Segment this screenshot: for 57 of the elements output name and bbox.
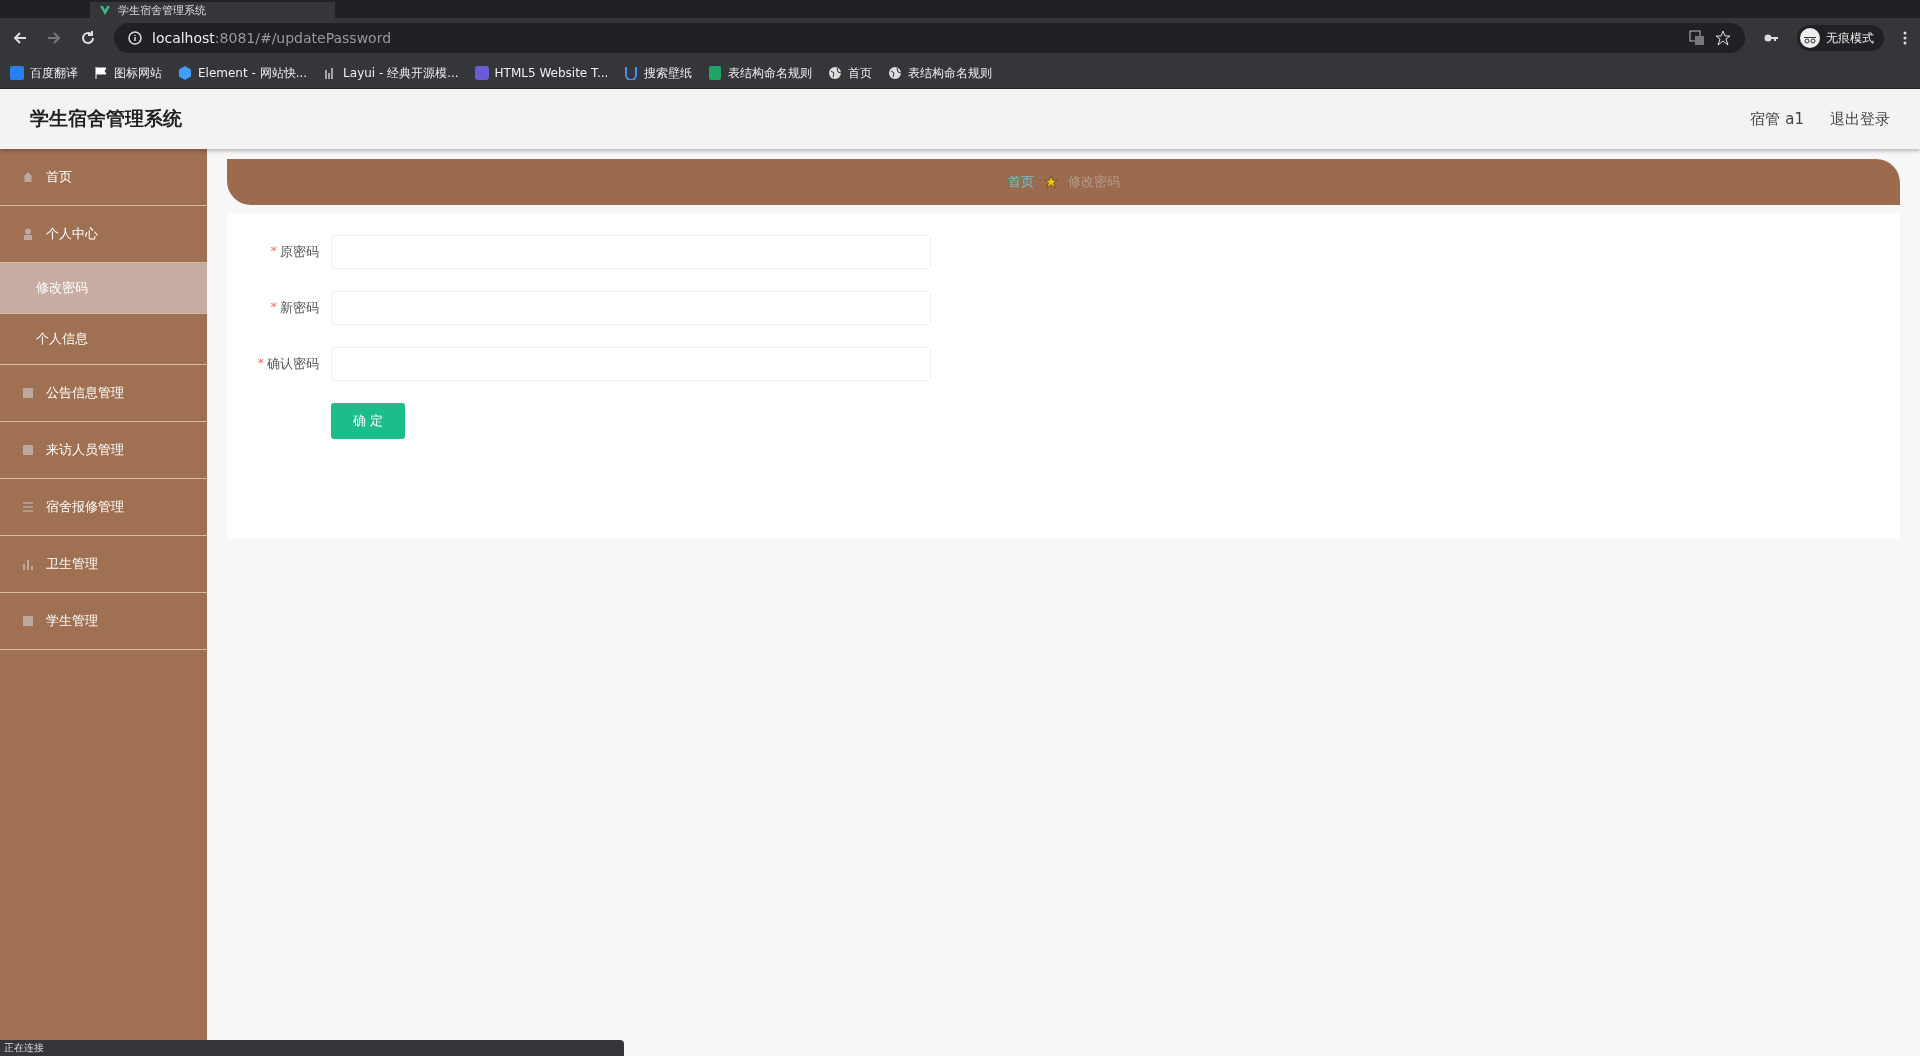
person-icon <box>22 228 34 240</box>
tab-title: 学生宿舍管理系统 <box>118 2 206 18</box>
address-bar[interactable]: localhost:8081/#/updatePassword <box>114 23 1745 53</box>
bookmark-icon <box>624 66 639 80</box>
bookmark-icon <box>708 66 723 80</box>
incognito-button[interactable]: 无痕模式 <box>1797 25 1884 51</box>
field-label: 新密码 <box>280 299 319 317</box>
bookmark-icon <box>10 66 24 80</box>
bookmark[interactable]: 搜索壁纸 <box>624 64 693 82</box>
menu-item[interactable]: 学生管理 <box>0 593 207 650</box>
v-logo-icon <box>100 5 110 15</box>
bar-chart-icon <box>22 558 34 570</box>
square-icon <box>22 615 34 627</box>
browser-tab[interactable]: 学生宿舍管理系统 <box>90 2 335 18</box>
logout-link[interactable]: 退出登录 <box>1830 109 1890 129</box>
bookmark[interactable]: 图标网站 <box>94 64 162 82</box>
menu-item[interactable]: 首页 <box>0 149 207 206</box>
required-mark: * <box>270 243 277 260</box>
translate-icon[interactable] <box>1689 30 1705 46</box>
bookmark[interactable]: Layui - 经典开源模... <box>323 64 459 82</box>
field-label: 原密码 <box>280 243 319 261</box>
menu-item[interactable]: 宿舍报修管理 <box>0 479 207 536</box>
field-label: 确认密码 <box>267 355 319 373</box>
user-name: 宿管 a1 <box>1750 109 1804 129</box>
submenu-item[interactable]: 个人信息 <box>0 314 207 365</box>
url-text: localhost:8081/#/updatePassword <box>152 30 392 46</box>
info-icon <box>128 31 142 45</box>
bookmark[interactable]: HTML5 Website T... <box>474 66 609 80</box>
bookmark-icon <box>474 66 489 80</box>
forward-icon[interactable] <box>46 30 62 46</box>
menu-icon[interactable] <box>1902 30 1908 46</box>
menu-item[interactable]: 卫生管理 <box>0 536 207 593</box>
bookmark-icon <box>94 66 108 80</box>
menu-item[interactable]: 公告信息管理 <box>0 365 207 422</box>
incognito-icon <box>1800 28 1820 48</box>
square-icon <box>22 387 34 399</box>
list-icon <box>22 501 34 513</box>
bookmark[interactable]: 表结构命名规则 <box>708 64 813 82</box>
bookmark-icon <box>178 66 192 80</box>
reload-icon[interactable] <box>80 30 96 46</box>
required-mark: * <box>270 299 277 316</box>
bookmark[interactable]: 百度翻译 <box>10 64 78 82</box>
star-icon <box>1043 175 1058 189</box>
square-icon <box>22 444 34 456</box>
star-icon[interactable] <box>1715 30 1731 46</box>
required-mark: * <box>257 355 264 372</box>
status-bubble: 正在连接 <box>0 1040 624 1056</box>
bookmark[interactable]: Element - 网站快... <box>178 64 308 82</box>
menu-item[interactable]: 来访人员管理 <box>0 422 207 479</box>
app-title: 学生宿舍管理系统 <box>30 106 182 131</box>
bookmark[interactable]: 首页 <box>828 64 873 82</box>
bookmark-icon <box>888 66 903 80</box>
home-icon <box>22 171 34 183</box>
bookmark-icon <box>828 66 843 80</box>
breadcrumb-current: 修改密码 <box>1067 173 1120 191</box>
back-icon[interactable] <box>12 30 28 46</box>
bookmark[interactable]: 表结构命名规则 <box>888 64 993 82</box>
